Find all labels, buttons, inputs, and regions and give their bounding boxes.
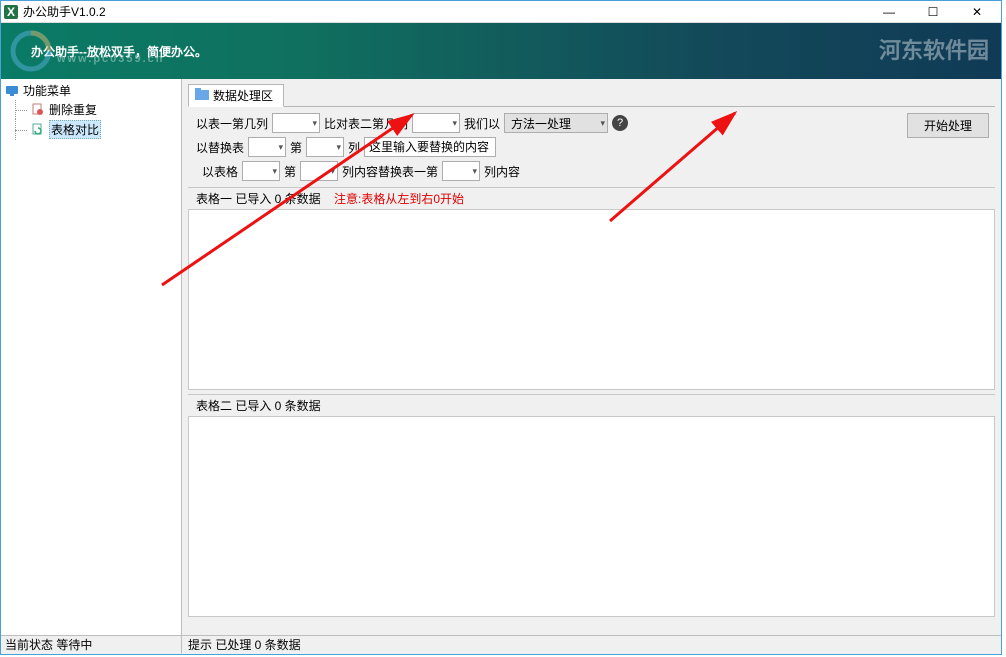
sidebar-item-remove-dup[interactable]: 删除重复 xyxy=(5,100,181,119)
combo-table1-col[interactable]: ▾ xyxy=(272,113,320,133)
combo-src-table[interactable]: ▾ xyxy=(242,161,280,181)
chevron-down-icon: ▾ xyxy=(278,142,283,153)
sidebar-item-table-compare[interactable]: 表格对比 xyxy=(5,119,181,140)
chevron-down-icon: ▾ xyxy=(331,166,336,177)
panel1-body[interactable] xyxy=(188,210,995,390)
start-button[interactable]: 开始处理 xyxy=(907,113,989,138)
combo-replace-table[interactable]: ▾ xyxy=(248,137,286,157)
chevron-down-icon: ▾ xyxy=(601,118,606,129)
panel1-header: 表格一 已导入 0 条数据 xyxy=(196,192,321,206)
status-tip: 提示 已处理 0 条数据 xyxy=(182,636,301,653)
label-by-table: 以表格 xyxy=(202,163,238,180)
main-area: 数据处理区 开始处理 以表一第几列 ▾ 比对表二第几列 ▾ 我们以 方法一处理 … xyxy=(182,79,1001,635)
form-area: 以表一第几列 ▾ 比对表二第几列 ▾ 我们以 方法一处理 ▾ ? 以替换表 ▾ … xyxy=(188,107,995,187)
window-title: 办公助手V1.0.2 xyxy=(23,3,867,20)
watermark-url: www.pc0359.cn xyxy=(57,53,165,65)
panel2-body[interactable] xyxy=(188,417,995,617)
sidebar-item-label: 删除重复 xyxy=(49,101,97,118)
label-replace-to: 列内容替换表一第 xyxy=(342,163,438,180)
watermark-logo-icon xyxy=(9,29,53,73)
monitor-icon xyxy=(5,84,19,98)
label-table2-col: 比对表二第几列 xyxy=(324,115,408,132)
chevron-down-icon: ▾ xyxy=(473,166,478,177)
status-state: 当前状态 等待中 xyxy=(1,636,182,653)
close-button[interactable]: ✕ xyxy=(955,2,999,22)
label-di2: 第 xyxy=(284,163,296,180)
label-col-content: 列内容 xyxy=(484,163,520,180)
combo-replace-col[interactable]: ▾ xyxy=(306,137,344,157)
label-we-use: 我们以 xyxy=(464,115,500,132)
combo-method[interactable]: 方法一处理 ▾ xyxy=(504,113,608,133)
panel-table2: 表格二 已导入 0 条数据 xyxy=(188,394,995,617)
tab-label: 数据处理区 xyxy=(213,87,273,104)
panel1-warning: 注意:表格从左到右0开始 xyxy=(334,192,464,206)
maximize-button[interactable]: ☐ xyxy=(911,2,955,22)
file-refresh-icon xyxy=(31,123,45,137)
combo-src-col[interactable]: ▾ xyxy=(300,161,338,181)
panel2-header: 表格二 已导入 0 条数据 xyxy=(196,399,321,413)
chevron-down-icon: ▾ xyxy=(337,142,342,153)
combo-table2-col[interactable]: ▾ xyxy=(412,113,460,133)
sidebar-item-label: 表格对比 xyxy=(49,120,101,139)
help-icon[interactable]: ? xyxy=(612,115,628,131)
combo-dst-col[interactable]: ▾ xyxy=(442,161,480,181)
label-di: 第 xyxy=(290,139,302,156)
chevron-down-icon: ▾ xyxy=(312,118,317,129)
panel-table1: 表格一 已导入 0 条数据 注意:表格从左到右0开始 xyxy=(188,187,995,390)
replace-content-input[interactable]: 这里输入要替换的内容 xyxy=(364,137,496,157)
tab-data-process[interactable]: 数据处理区 xyxy=(188,84,284,107)
label-replace-table: 以替换表 xyxy=(196,139,244,156)
tree-root[interactable]: 功能菜单 xyxy=(5,81,181,100)
minimize-button[interactable]: — xyxy=(867,2,911,22)
sidebar: 功能菜单 删除重复 表格对比 xyxy=(1,79,182,635)
app-banner: 办公助手--放松双手，简便办公。 www.pc0359.cn 河东软件园 xyxy=(1,23,1001,79)
app-icon: X xyxy=(3,4,19,20)
status-bar: 当前状态 等待中 提示 已处理 0 条数据 xyxy=(1,635,1001,653)
watermark-text: 河东软件园 xyxy=(879,33,989,65)
combo-method-value: 方法一处理 xyxy=(511,115,571,132)
label-lie: 列 xyxy=(348,139,360,156)
svg-text:X: X xyxy=(7,5,15,19)
chevron-down-icon: ▾ xyxy=(453,118,458,129)
chevron-down-icon: ▾ xyxy=(272,166,277,177)
file-lock-icon xyxy=(31,103,45,117)
label-table1-col: 以表一第几列 xyxy=(196,115,268,132)
folder-icon xyxy=(195,88,209,103)
titlebar: X 办公助手V1.0.2 — ☐ ✕ xyxy=(1,1,1001,23)
tree-root-label: 功能菜单 xyxy=(23,82,71,99)
